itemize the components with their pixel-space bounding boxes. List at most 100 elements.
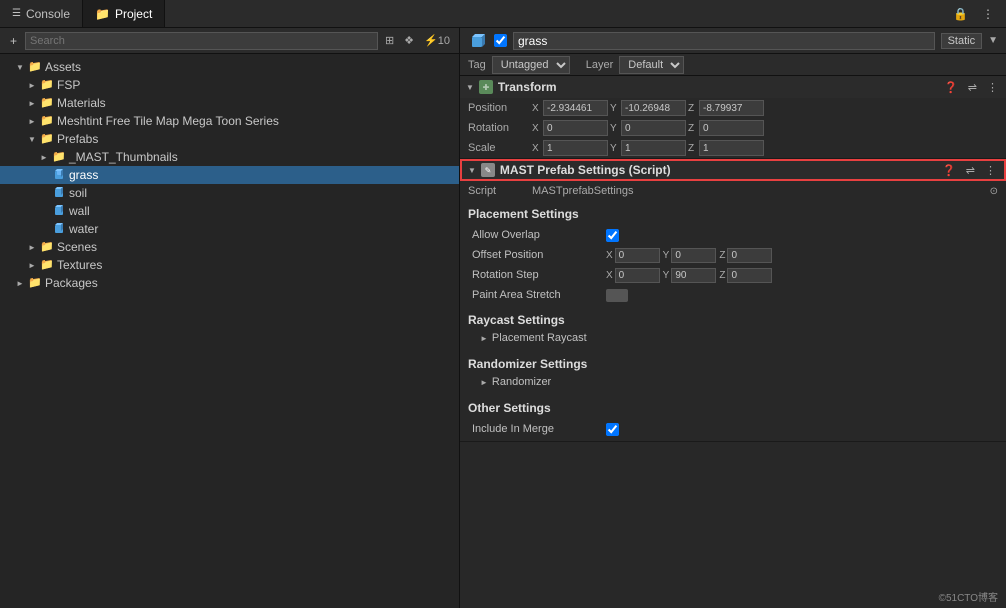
offset-position-label: Offset Position	[472, 249, 602, 261]
allow-overlap-row: Allow Overlap	[468, 225, 998, 245]
randomizer-section: Randomizer Settings ► Randomizer	[460, 351, 1006, 395]
placement-settings-title: Placement Settings	[468, 207, 998, 221]
add-button[interactable]: +	[6, 32, 21, 50]
include-merge-checkbox[interactable]	[606, 423, 619, 436]
tree-item-scenes[interactable]: ► 📁 Scenes	[0, 238, 459, 256]
position-z-input[interactable]	[699, 100, 764, 116]
scale-z-label: Z	[688, 143, 698, 154]
grass-cube-icon	[52, 168, 66, 182]
tree-item-materials[interactable]: ► 📁 Materials	[0, 94, 459, 112]
water-cube-icon	[52, 222, 66, 236]
rotation-step-x-input[interactable]	[615, 268, 660, 283]
prefab-btn[interactable]: ❖	[401, 33, 417, 48]
tree-item-grass[interactable]: grass	[0, 166, 459, 184]
randomizer-sub-row[interactable]: ► Randomizer	[468, 373, 998, 391]
layer-select[interactable]: Default	[619, 56, 684, 74]
rotation-xyz: X Y Z	[532, 120, 998, 136]
rotation-x-field: X	[532, 120, 608, 136]
transform-settings-btn[interactable]: ⇌	[966, 80, 979, 95]
mast-settings-btn[interactable]: ⇌	[964, 163, 977, 178]
tree-item-soil[interactable]: soil	[0, 184, 459, 202]
offset-y-label: Y	[663, 250, 670, 261]
tab-project[interactable]: 📁 Project	[83, 0, 165, 27]
tree-item-packages[interactable]: ► 📁 Packages	[0, 274, 459, 292]
other-settings-section: Other Settings Include In Merge	[460, 395, 1006, 441]
tree-item-fsp[interactable]: ► 📁 FSP	[0, 76, 459, 94]
object-active-checkbox[interactable]	[494, 34, 507, 47]
rotation-y-field: Y	[610, 120, 686, 136]
rotation-z-label: Z	[688, 123, 698, 134]
mast-thumbnails-folder-icon: 📁	[52, 150, 66, 164]
offset-position-row: Offset Position X Y Z	[468, 245, 998, 265]
counter-value: 10	[438, 35, 450, 47]
mast-help-btn[interactable]: ❓	[940, 163, 958, 178]
right-panel: Static ▼ Tag Untagged Layer Default ▼ ✛ …	[460, 28, 1006, 608]
tree-item-textures[interactable]: ► 📁 Textures	[0, 256, 459, 274]
tree-item-prefabs[interactable]: ▼ 📁 Prefabs	[0, 130, 459, 148]
counter-btn[interactable]: ⚡10	[421, 33, 453, 48]
object-name-input[interactable]	[513, 32, 935, 50]
rotation-step-row: Rotation Step X Y Z	[468, 265, 998, 285]
placement-raycast-row[interactable]: ► Placement Raycast	[468, 329, 998, 347]
rotation-row: Rotation X Y Z	[460, 118, 1006, 138]
offset-x-input[interactable]	[615, 248, 660, 263]
soil-cube-icon	[52, 186, 66, 200]
textures-arrow: ►	[28, 261, 40, 270]
rotation-x-input[interactable]	[543, 120, 608, 136]
scale-x-input[interactable]	[543, 140, 608, 156]
raycast-header[interactable]: Raycast Settings	[468, 311, 998, 329]
scale-y-input[interactable]	[621, 140, 686, 156]
paint-area-row: Paint Area Stretch	[468, 285, 998, 305]
console-icon: ☰	[12, 8, 21, 19]
tree-item-meshtint[interactable]: ► 📁 Meshtint Free Tile Map Mega Toon Ser…	[0, 112, 459, 130]
file-tree: ▼ 📁 Assets ► 📁 FSP ► 📁 Materials	[0, 54, 459, 608]
placement-raycast-label: Placement Raycast	[492, 332, 587, 344]
prefabs-folder-icon: 📁	[40, 132, 54, 146]
script-picker-btn[interactable]: ⊙	[990, 186, 998, 197]
tag-select[interactable]: Untagged	[492, 56, 570, 74]
rotation-step-y-field: Y	[663, 268, 717, 283]
tree-item-assets[interactable]: ▼ 📁 Assets	[0, 58, 459, 76]
search-input[interactable]	[25, 32, 378, 50]
tree-item-water[interactable]: water	[0, 220, 459, 238]
rotation-step-y-input[interactable]	[671, 268, 716, 283]
rotation-y-input[interactable]	[621, 120, 686, 136]
paint-area-toggle[interactable]	[606, 289, 628, 302]
position-x-field: X	[532, 100, 608, 116]
position-x-input[interactable]	[543, 100, 608, 116]
position-row: Position X Y Z	[460, 98, 1006, 118]
console-tab-label: Console	[26, 7, 70, 21]
folder-view-btn[interactable]: ⊞	[382, 33, 397, 48]
object-type-icon	[468, 31, 488, 51]
scale-z-input[interactable]	[699, 140, 764, 156]
tree-item-wall[interactable]: wall	[0, 202, 459, 220]
rotation-step-z-input[interactable]	[727, 268, 772, 283]
position-y-label: Y	[610, 103, 620, 114]
offset-z-input[interactable]	[727, 248, 772, 263]
materials-folder-icon: 📁	[40, 96, 54, 110]
lock-icon-btn[interactable]: 🔒	[949, 5, 972, 23]
static-button[interactable]: Static	[941, 33, 983, 49]
mast-more-btn[interactable]: ⋮	[983, 163, 998, 178]
mast-component-header[interactable]: ▼ ✎ MAST Prefab Settings (Script) ❓ ⇌ ⋮	[460, 159, 1006, 181]
offset-z-field: Z	[719, 248, 772, 263]
paint-area-label: Paint Area Stretch	[472, 289, 602, 301]
randomizer-title: Randomizer Settings	[468, 357, 587, 371]
position-y-input[interactable]	[621, 100, 686, 116]
rotation-y-label: Y	[610, 123, 620, 134]
scale-xyz: X Y Z	[532, 140, 998, 156]
rotation-step-x-label: X	[606, 270, 613, 281]
offset-y-input[interactable]	[671, 248, 716, 263]
mast-thumbnails-label: _MAST_Thumbnails	[69, 150, 178, 164]
randomizer-header[interactable]: Randomizer Settings	[468, 355, 998, 373]
transform-more-btn[interactable]: ⋮	[985, 80, 1000, 95]
allow-overlap-checkbox[interactable]	[606, 229, 619, 242]
tab-console[interactable]: ☰ Console	[0, 0, 83, 27]
more-icon-btn[interactable]: ⋮	[978, 5, 998, 23]
transform-help-btn[interactable]: ❓	[942, 80, 960, 95]
mast-thumbnails-arrow: ►	[40, 153, 52, 162]
tree-item-mast-thumbnails[interactable]: ► 📁 _MAST_Thumbnails	[0, 148, 459, 166]
inspector-body: ▼ ✛ Transform ❓ ⇌ ⋮ Position X	[460, 76, 1006, 608]
rotation-z-input[interactable]	[699, 120, 764, 136]
transform-component-header[interactable]: ▼ ✛ Transform ❓ ⇌ ⋮	[460, 76, 1006, 98]
